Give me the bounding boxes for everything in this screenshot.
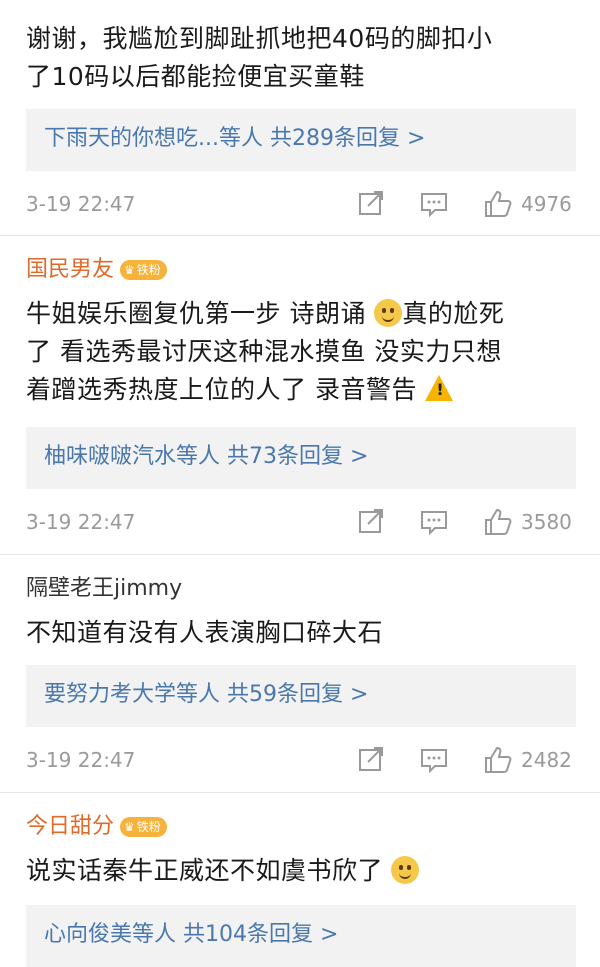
warning-icon: ! bbox=[425, 375, 454, 401]
reply-summary-link[interactable]: 柚味啵啵汽水等人 共73条回复 > bbox=[44, 442, 368, 472]
comment-meta: 3-19 22:47 4976 bbox=[0, 184, 600, 224]
comment-text: 谢谢，我尴尬到脚趾抓地把40码的脚扣小 了10码以后都能捡便宜买童鞋 bbox=[26, 20, 566, 96]
crown-icon: ♛ bbox=[124, 263, 135, 277]
comment-text-line: 牛姐娱乐圈复仇第一步 诗朗诵 真的尬死 bbox=[26, 295, 566, 333]
share-icon[interactable] bbox=[355, 744, 387, 776]
like-count: 2482 bbox=[521, 748, 572, 772]
reply-summary-box[interactable]: 下雨天的你想吃...等人 共289条回复 > bbox=[26, 109, 576, 171]
reply-summary-box[interactable]: 柚味啵啵汽水等人 共73条回复 > bbox=[26, 427, 576, 489]
like-count: 4976 bbox=[521, 192, 572, 216]
comment-text: 不知道有没有人表演胸口碎大石 bbox=[26, 614, 566, 652]
text-segment: 着蹭选秀热度上位的人了 录音警告 bbox=[26, 375, 417, 404]
reply-summary-link[interactable]: 下雨天的你想吃...等人 共289条回复 > bbox=[44, 124, 425, 154]
comment-author[interactable]: 今日甜分 ♛ 铁粉 bbox=[26, 812, 167, 842]
emoji-sweat-icon bbox=[374, 299, 403, 327]
reply-summary-link[interactable]: 心向俊美等人 共104条回复 > bbox=[44, 920, 338, 950]
like-icon[interactable] bbox=[482, 744, 514, 776]
emoji-smile-icon bbox=[391, 856, 420, 884]
fan-badge: ♛ 铁粉 bbox=[120, 260, 167, 280]
like-icon[interactable] bbox=[482, 506, 514, 538]
comment-icon[interactable] bbox=[418, 744, 450, 776]
timestamp: 3-19 22:47 bbox=[26, 192, 136, 216]
comment-text-line: 着蹭选秀热度上位的人了 录音警告 ! bbox=[26, 371, 566, 409]
comment-meta: 3-19 22:47 3580 bbox=[0, 502, 600, 542]
comment-text-line: 不知道有没有人表演胸口碎大石 bbox=[26, 618, 384, 647]
comment-text-line: 谢谢，我尴尬到脚趾抓地把40码的脚扣小 bbox=[26, 24, 493, 53]
badge-label: 铁粉 bbox=[136, 820, 161, 834]
timestamp: 3-19 22:47 bbox=[26, 748, 136, 772]
comment-icon[interactable] bbox=[418, 506, 450, 538]
comment-text-line: 了10码以后都能捡便宜买童鞋 bbox=[26, 62, 365, 91]
author-name[interactable]: 隔壁老王jimmy bbox=[26, 576, 182, 601]
share-icon[interactable] bbox=[355, 506, 387, 538]
divider bbox=[0, 235, 600, 236]
badge-label: 铁粉 bbox=[136, 263, 161, 277]
like-icon[interactable] bbox=[482, 188, 514, 220]
reply-summary-box[interactable]: 心向俊美等人 共104条回复 > bbox=[26, 905, 576, 967]
comment-text-line: 说实话秦牛正威还不如虞书欣了 bbox=[26, 852, 566, 890]
comment-text: 说实话秦牛正威还不如虞书欣了 bbox=[26, 852, 566, 890]
reply-summary-box[interactable]: 要努力考大学等人 共59条回复 > bbox=[26, 665, 576, 727]
text-segment: 说实话秦牛正威还不如虞书欣了 bbox=[26, 856, 384, 885]
divider bbox=[0, 554, 600, 555]
crown-icon: ♛ bbox=[124, 820, 135, 834]
comment-author[interactable]: 国民男友 ♛ 铁粉 bbox=[26, 255, 167, 285]
text-segment: 真的尬死 bbox=[402, 299, 505, 328]
comment-meta: 3-19 22:47 2482 bbox=[0, 740, 600, 780]
fan-badge: ♛ 铁粉 bbox=[120, 817, 167, 837]
author-name[interactable]: 今日甜分 bbox=[26, 814, 114, 839]
reply-summary-link[interactable]: 要努力考大学等人 共59条回复 > bbox=[44, 680, 368, 710]
comment-author[interactable]: 隔壁老王jimmy bbox=[26, 574, 182, 604]
comment-text-line: 了 看选秀最讨厌这种混水摸鱼 没实力只想 bbox=[26, 337, 502, 366]
divider bbox=[0, 792, 600, 793]
share-icon[interactable] bbox=[355, 188, 387, 220]
comment-text: 牛姐娱乐圈复仇第一步 诗朗诵 真的尬死 了 看选秀最讨厌这种混水摸鱼 没实力只想… bbox=[26, 295, 566, 409]
like-count: 3580 bbox=[521, 510, 572, 534]
timestamp: 3-19 22:47 bbox=[26, 510, 136, 534]
comment-icon[interactable] bbox=[418, 188, 450, 220]
text-segment: 牛姐娱乐圈复仇第一步 诗朗诵 bbox=[26, 299, 366, 328]
author-name[interactable]: 国民男友 bbox=[26, 257, 114, 282]
